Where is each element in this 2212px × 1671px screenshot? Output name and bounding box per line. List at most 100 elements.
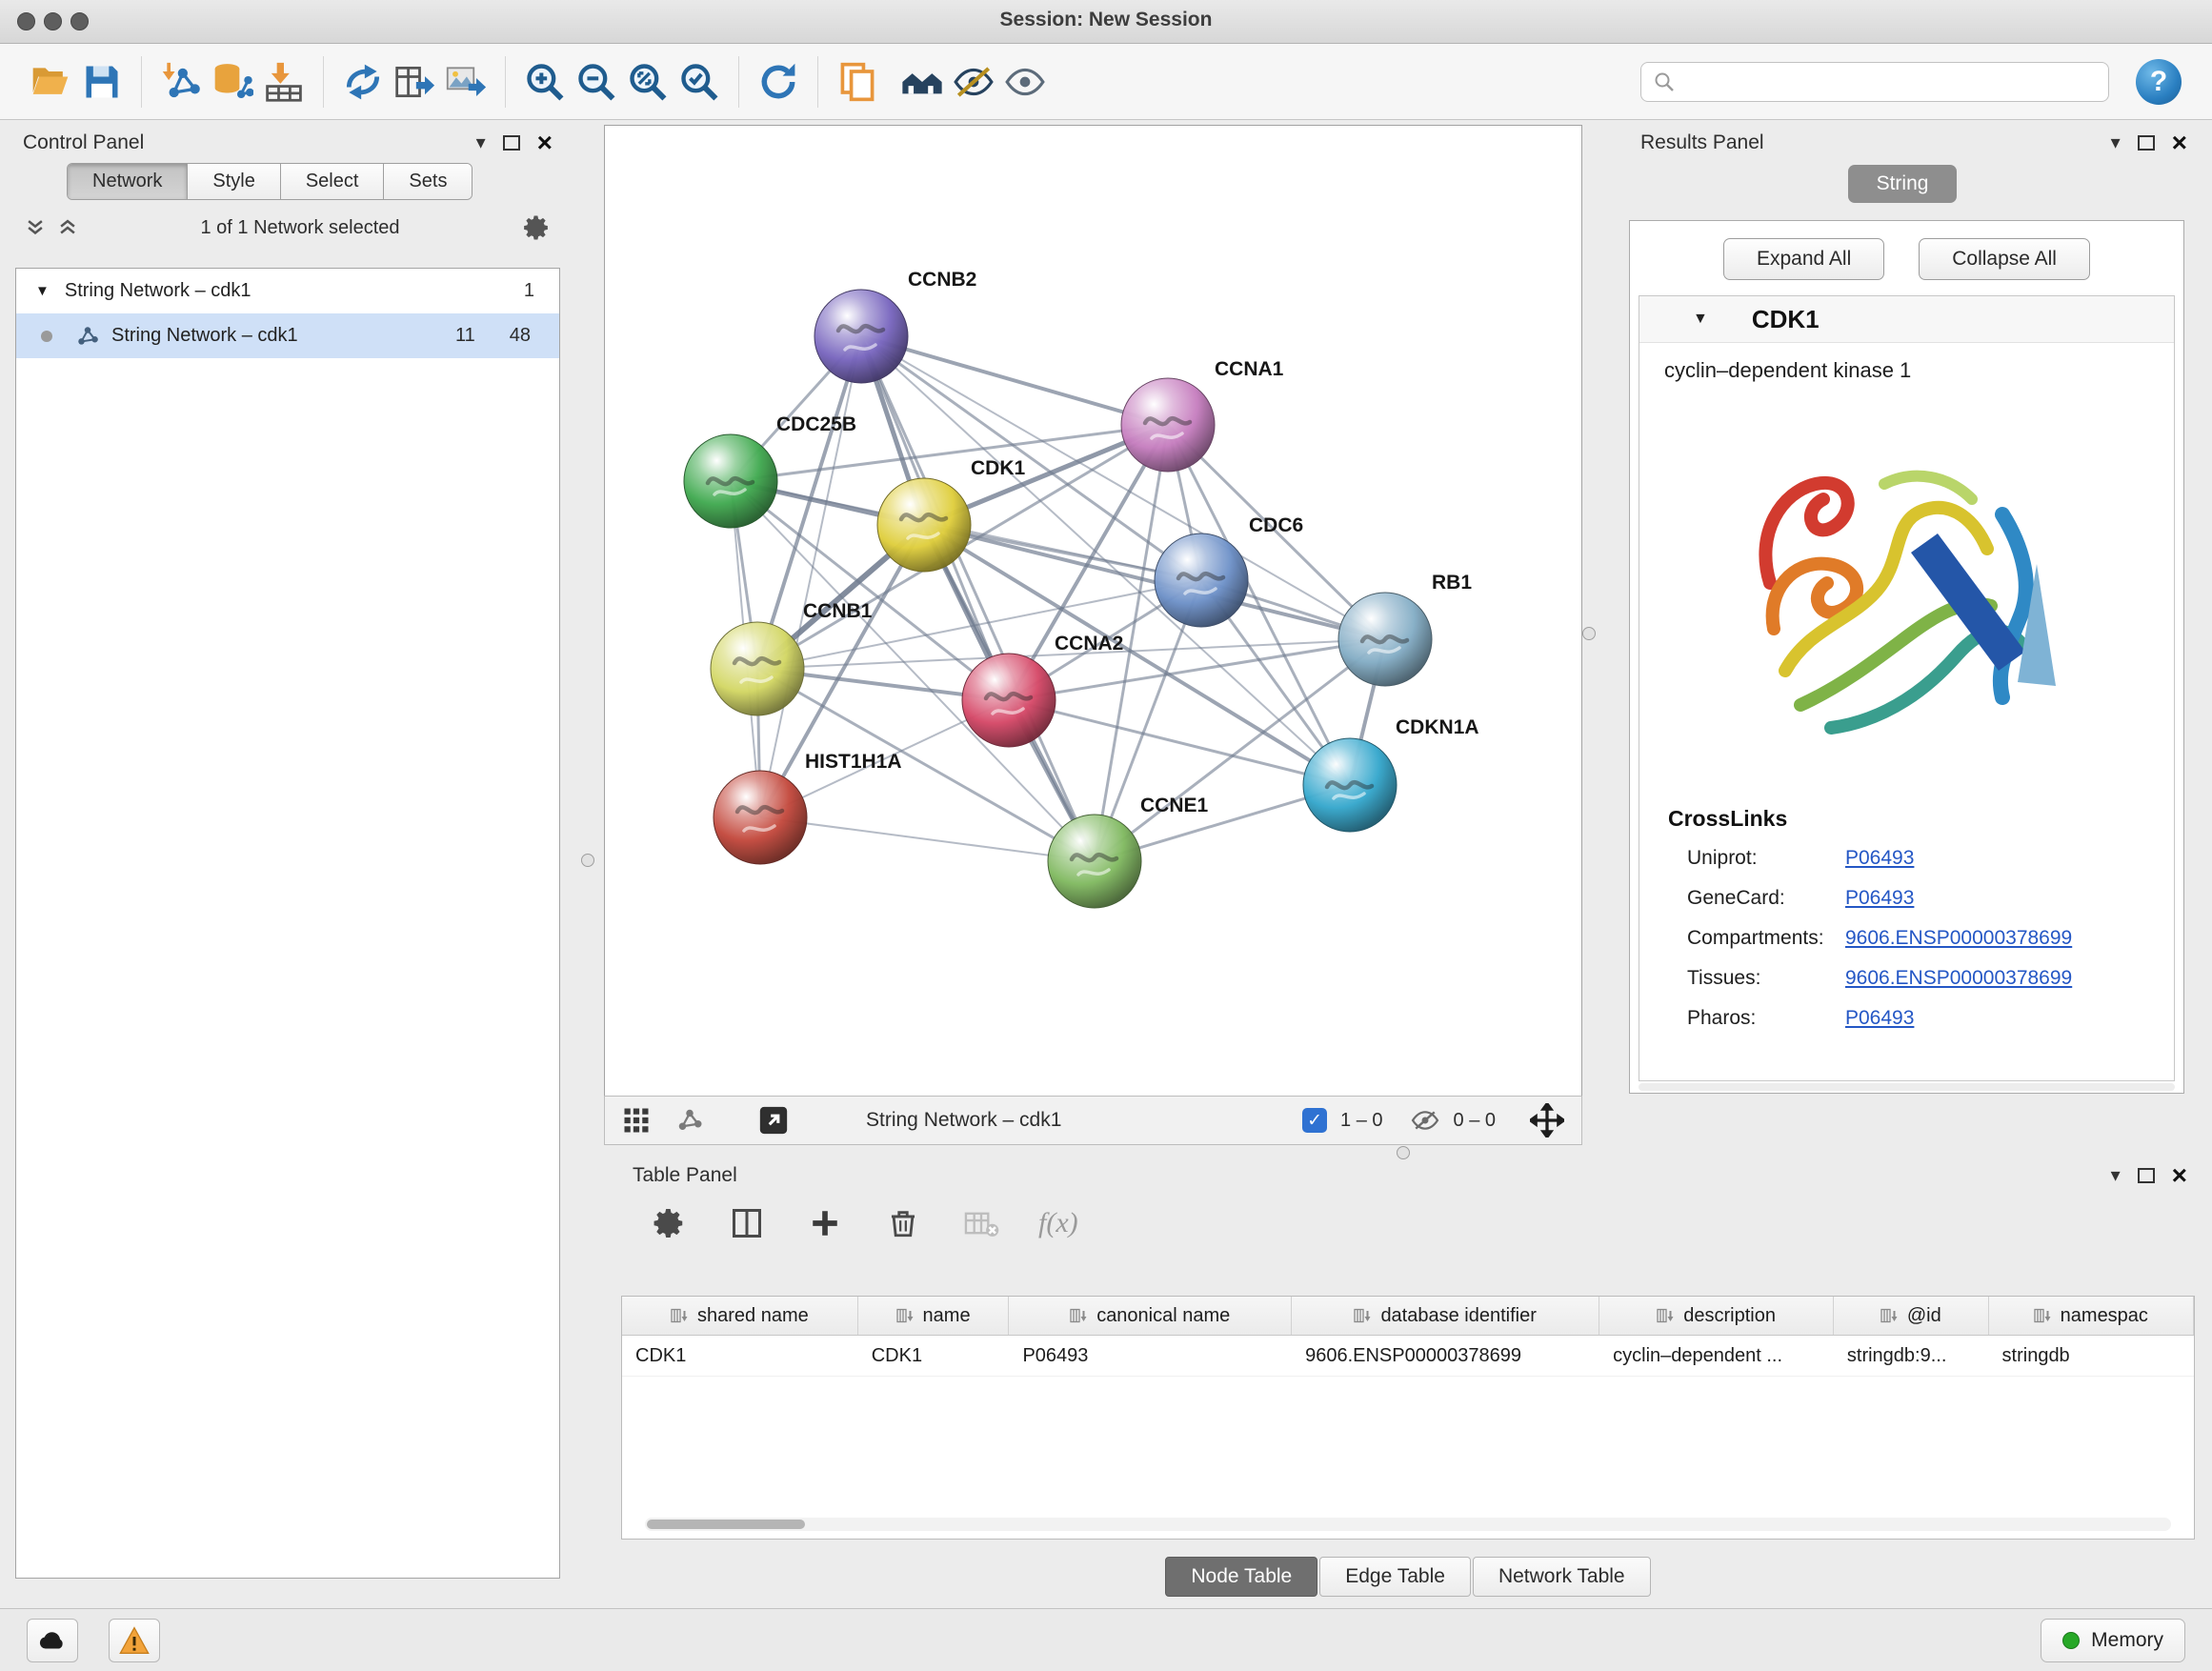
table-cell[interactable]: 9606.ENSP00000378699	[1292, 1336, 1599, 1376]
node-HIST1H1A[interactable]	[714, 771, 807, 864]
table-cell[interactable]: stringdb	[1989, 1336, 2194, 1376]
crosslink-link[interactable]: 9606.ENSP00000378699	[1845, 967, 2072, 989]
table-horizontal-scrollbar[interactable]	[645, 1518, 2171, 1531]
column-header-namespac[interactable]: namespac	[1989, 1297, 2194, 1335]
edge-HIST1H1A-CCNE1[interactable]	[760, 817, 1095, 861]
node-CCNA2[interactable]	[962, 654, 1056, 747]
selected-checkbox-icon[interactable]: ✓	[1302, 1108, 1327, 1133]
table-cell[interactable]: CDK1	[622, 1336, 858, 1376]
crosslink-link[interactable]: 9606.ENSP00000378699	[1845, 927, 2072, 949]
node-CCNB1[interactable]	[711, 622, 804, 715]
create-column-button[interactable]	[804, 1202, 846, 1244]
table-cell[interactable]: stringdb:9...	[1834, 1336, 1989, 1376]
zoom-out-button[interactable]	[571, 54, 622, 110]
table-cell[interactable]: cyclin–dependent ...	[1599, 1336, 1834, 1376]
close-panel-icon[interactable]: ×	[2172, 132, 2187, 153]
edge-CCNB2-CCNE1[interactable]	[861, 336, 1095, 861]
tab-style[interactable]: Style	[188, 164, 280, 199]
show-graphics-details-button[interactable]	[896, 54, 948, 110]
collapse-all-button[interactable]: Collapse All	[1919, 238, 2090, 280]
tab-edge-table[interactable]: Edge Table	[1319, 1557, 1471, 1597]
node-CCNA1[interactable]	[1121, 378, 1215, 472]
grid-view-icon[interactable]	[622, 1106, 651, 1135]
function-builder-button[interactable]: f(x)	[1038, 1207, 1078, 1239]
table-settings-button[interactable]	[648, 1202, 690, 1244]
collapse-all-icon[interactable]	[25, 217, 46, 238]
collapse-triangle-icon[interactable]: ▼	[35, 283, 50, 299]
show-annotations-button[interactable]	[999, 54, 1051, 110]
hidden-eye-slash-icon[interactable]	[1410, 1108, 1440, 1133]
node-CDK1[interactable]	[877, 478, 971, 572]
gene-section-header[interactable]: ▼ CDK1	[1639, 296, 2174, 343]
float-panel-icon[interactable]	[503, 135, 520, 151]
delete-column-button[interactable]	[882, 1202, 924, 1244]
edge-CCNB2-CCNA1[interactable]	[861, 336, 1168, 425]
panel-menu-icon[interactable]: ▾	[476, 133, 486, 152]
column-header-description[interactable]: description	[1599, 1297, 1834, 1335]
float-panel-icon[interactable]	[2138, 135, 2155, 151]
network-view-canvas[interactable]: CCNB2CCNA1CDC25BCDK1CDC6RB1CCNB1CCNA2CDK…	[604, 125, 1582, 1097]
tab-select[interactable]: Select	[281, 164, 385, 199]
network-row-selected[interactable]: String Network – cdk1 11 48	[16, 313, 559, 358]
float-panel-icon[interactable]	[2138, 1168, 2155, 1183]
column-header--id[interactable]: @id	[1834, 1297, 1989, 1335]
search-box[interactable]	[1640, 62, 2109, 102]
node-CCNB2[interactable]	[814, 290, 908, 383]
panel-menu-icon[interactable]: ▾	[2111, 133, 2121, 152]
open-in-new-icon[interactable]	[757, 1104, 790, 1137]
save-session-button[interactable]	[76, 54, 128, 110]
table-row[interactable]: CDK1CDK1P064939606.ENSP00000378699cyclin…	[622, 1336, 2194, 1377]
help-button[interactable]: ?	[2136, 59, 2182, 105]
node-CCNE1[interactable]	[1048, 815, 1141, 908]
gear-icon[interactable]	[522, 213, 551, 242]
export-network-button[interactable]	[337, 54, 389, 110]
expand-all-button[interactable]: Expand All	[1723, 238, 1884, 280]
hide-annotations-button[interactable]	[948, 54, 999, 110]
show-columns-button[interactable]	[726, 1202, 768, 1244]
table-cell[interactable]: P06493	[1009, 1336, 1292, 1376]
refresh-button[interactable]	[753, 54, 804, 110]
memory-button[interactable]: Memory	[2041, 1619, 2185, 1662]
warnings-button[interactable]	[109, 1619, 160, 1662]
import-table-button[interactable]	[258, 54, 310, 110]
crosslink-link[interactable]: P06493	[1845, 1007, 1914, 1029]
crosslink-link[interactable]: P06493	[1845, 847, 1914, 869]
column-header-name[interactable]: name	[858, 1297, 1010, 1335]
export-image-button[interactable]	[440, 54, 492, 110]
edge-CCNB2-HIST1H1A[interactable]	[760, 336, 861, 817]
tab-sets[interactable]: Sets	[384, 164, 472, 199]
table-cell[interactable]: CDK1	[858, 1336, 1010, 1376]
right-splitter-handle[interactable]	[1582, 627, 1596, 640]
zoom-in-button[interactable]	[519, 54, 571, 110]
collapse-triangle-icon[interactable]: ▼	[1693, 311, 1708, 328]
import-network-from-file-button[interactable]	[155, 54, 207, 110]
column-header-database-identifier[interactable]: database identifier	[1292, 1297, 1599, 1335]
network-graph[interactable]: CCNB2CCNA1CDC25BCDK1CDC6RB1CCNB1CCNA2CDK…	[605, 126, 1581, 1096]
network-thumbnail-icon[interactable]	[675, 1106, 704, 1135]
zoom-selected-button[interactable]	[674, 54, 725, 110]
tab-network[interactable]: Network	[68, 164, 188, 199]
export-table-button[interactable]	[389, 54, 440, 110]
tab-string[interactable]: String	[1848, 165, 1958, 203]
duplicate-document-button[interactable]	[832, 54, 883, 110]
pan-crosshair-icon[interactable]	[1530, 1103, 1564, 1137]
open-session-button[interactable]	[25, 54, 76, 110]
scrollbar-thumb[interactable]	[647, 1520, 805, 1529]
column-header-canonical-name[interactable]: canonical name	[1009, 1297, 1292, 1335]
cloud-status-button[interactable]	[27, 1619, 78, 1662]
bottom-splitter-handle[interactable]	[1397, 1146, 1410, 1159]
column-header-shared-name[interactable]: shared name	[622, 1297, 858, 1335]
search-input[interactable]	[1676, 70, 2097, 93]
import-network-from-database-button[interactable]	[207, 54, 258, 110]
network-collection-row[interactable]: ▼ String Network – cdk1 1	[16, 269, 559, 313]
crosslink-link[interactable]: P06493	[1845, 887, 1914, 909]
panel-menu-icon[interactable]: ▾	[2111, 1166, 2121, 1185]
tab-node-table[interactable]: Node Table	[1165, 1557, 1317, 1597]
left-splitter-handle[interactable]	[581, 854, 594, 867]
tab-network-table[interactable]: Network Table	[1473, 1557, 1651, 1597]
results-scrollbar[interactable]	[1639, 1083, 2175, 1091]
expand-all-icon[interactable]	[57, 217, 78, 238]
node-CDC6[interactable]	[1155, 534, 1248, 627]
close-panel-icon[interactable]: ×	[537, 132, 553, 153]
zoom-fit-button[interactable]	[622, 54, 674, 110]
